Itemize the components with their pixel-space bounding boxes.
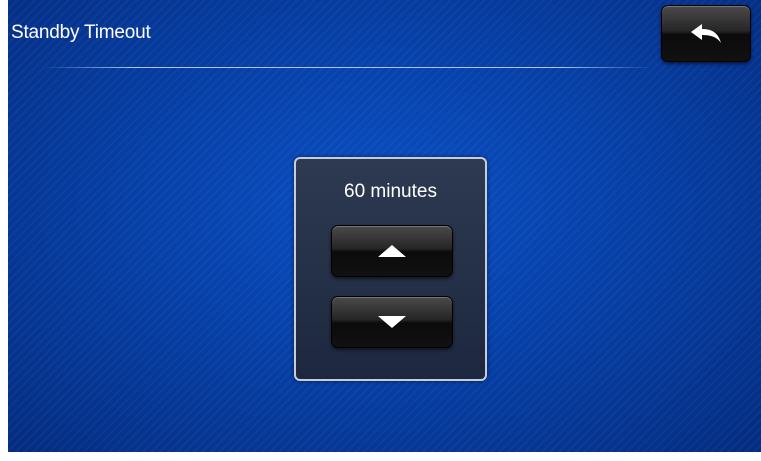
header-divider: [42, 67, 652, 68]
timeout-value: 60 minutes: [344, 181, 437, 202]
triangle-down-icon: [378, 316, 406, 328]
decrease-timeout-button[interactable]: [331, 296, 453, 348]
standby-timeout-screen: Standby Timeout 60 minutes: [8, 0, 761, 452]
back-arrow-icon: [690, 23, 722, 45]
timeout-panel: 60 minutes: [294, 157, 487, 381]
triangle-up-icon: [378, 245, 406, 257]
back-button[interactable]: [661, 5, 751, 62]
page-title: Standby Timeout: [11, 22, 151, 43]
increase-timeout-button[interactable]: [331, 225, 453, 277]
